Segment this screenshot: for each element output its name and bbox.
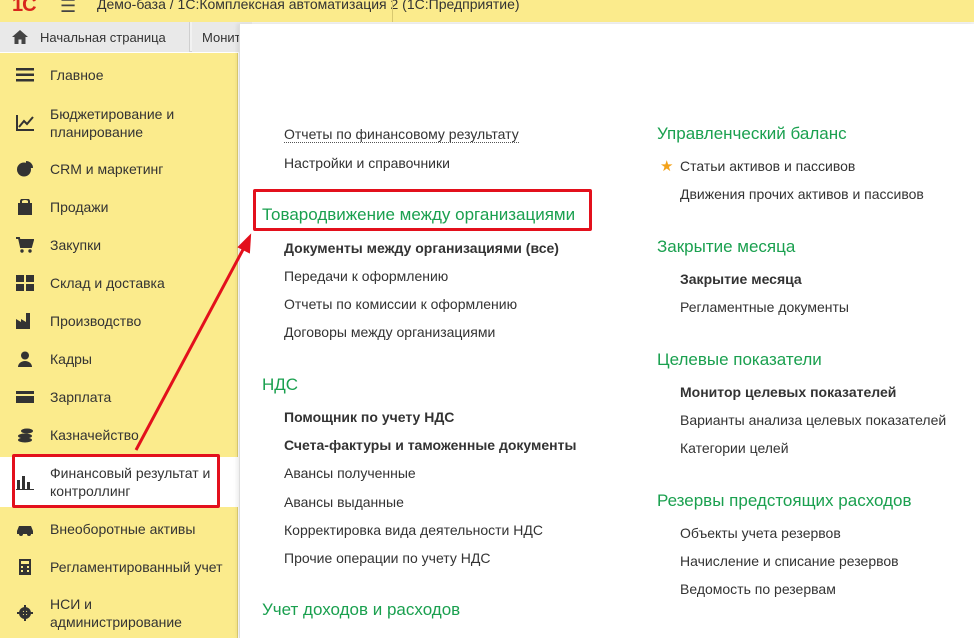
hamburger-menu-icon[interactable]: ☰ bbox=[60, 0, 78, 17]
link-reserve-objects[interactable]: Объекты учета резервов bbox=[680, 525, 841, 541]
link-vat-activity-correction[interactable]: Корректировка вида деятельности НДС bbox=[284, 522, 543, 538]
tab-home[interactable]: Начальная страница bbox=[0, 22, 190, 52]
title-divider bbox=[392, 0, 393, 22]
sidebar-item-label: Зарплата bbox=[50, 389, 112, 405]
sidebar: Главное Бюджетирование и планирование CR… bbox=[0, 53, 238, 638]
link-commission-reports[interactable]: Отчеты по комиссии к оформлению bbox=[284, 296, 517, 312]
sidebar-item-warehouse[interactable]: Склад и доставка bbox=[0, 271, 238, 295]
section-title-vat: НДС bbox=[262, 375, 299, 394]
link-regulatory-docs[interactable]: Регламентные документы bbox=[680, 299, 849, 315]
home-icon bbox=[12, 30, 28, 44]
link-other-assets-movements[interactable]: Движения прочих активов и пассивов bbox=[680, 186, 924, 202]
link-reserve-statement[interactable]: Ведомость по резервам bbox=[680, 581, 836, 597]
sidebar-item-hr[interactable]: Кадры bbox=[0, 347, 238, 371]
link-intercompany-contracts[interactable]: Договоры между организациями bbox=[284, 324, 495, 340]
sidebar-item-label: Финансовый результат и контроллинг bbox=[50, 465, 211, 499]
link-balance-articles[interactable]: Статьи активов и пассивов bbox=[680, 158, 855, 174]
sidebar-item-label: Производство bbox=[50, 313, 142, 329]
sidebar-item-label: Продажи bbox=[50, 199, 109, 215]
link-targets-monitor[interactable]: Монитор целевых показателей bbox=[680, 384, 896, 400]
calculator-icon bbox=[19, 559, 31, 575]
section-title-balance: Управленческий баланс bbox=[657, 124, 847, 143]
sidebar-item-label: CRM и маркетинг bbox=[50, 161, 164, 177]
section-title-trade: Товародвижение между организациями bbox=[262, 205, 576, 224]
bag-icon bbox=[18, 199, 32, 215]
link-targets-analysis[interactable]: Варианты анализа целевых показателей bbox=[680, 412, 946, 428]
tab-home-label: Начальная страница bbox=[40, 29, 166, 45]
app-title: Демо-база / 1С:Комплексная автоматизация… bbox=[97, 0, 520, 12]
sidebar-item-label: Регламентированный учет bbox=[50, 559, 223, 575]
sidebar-item-salary[interactable]: Зарплата bbox=[0, 385, 238, 409]
section-title-targets: Целевые показатели bbox=[657, 350, 822, 369]
car-icon bbox=[17, 526, 33, 536]
title-bar: 1С ☰ Демо-база / 1С:Комплексная автомати… bbox=[0, 0, 974, 22]
link-advances-received[interactable]: Авансы полученные bbox=[284, 465, 416, 481]
link-invoices-customs[interactable]: Счета-фактуры и таможенные документы bbox=[284, 437, 576, 453]
sidebar-item-sales[interactable]: Продажи bbox=[0, 195, 238, 219]
section-title-income: Учет доходов и расходов bbox=[262, 600, 461, 619]
link-advances-issued[interactable]: Авансы выданные bbox=[284, 494, 404, 510]
link-settings[interactable]: Настройки и справочники bbox=[284, 155, 450, 171]
person-icon bbox=[18, 351, 32, 367]
sidebar-item-label: Казначейство bbox=[50, 427, 139, 443]
link-reserve-accrual[interactable]: Начисление и списание резервов bbox=[680, 553, 899, 569]
coins-icon bbox=[18, 428, 33, 443]
sidebar-item-fixed-assets[interactable]: Внеоборотные активы bbox=[0, 517, 238, 541]
sidebar-item-label: Бюджетирование и планирование bbox=[50, 106, 175, 140]
app-logo: 1С bbox=[12, 0, 37, 16]
warehouse-icon bbox=[16, 275, 34, 291]
card-icon bbox=[16, 391, 34, 403]
link-financial-reports[interactable]: Отчеты по финансовому результату bbox=[284, 126, 519, 143]
sidebar-item-main[interactable]: Главное bbox=[0, 63, 238, 87]
sidebar-item-label: Склад и доставка bbox=[50, 275, 165, 291]
menu-lines-icon bbox=[16, 68, 34, 82]
sidebar-item-label: Внеоборотные активы bbox=[50, 521, 196, 537]
sidebar-item-accounting[interactable]: Регламентированный учет bbox=[0, 555, 238, 579]
tab-monitor-label: Монит bbox=[202, 29, 241, 45]
sidebar-item-production[interactable]: Производство bbox=[0, 309, 238, 333]
sidebar-item-label: Закупки bbox=[50, 237, 102, 253]
sidebar-item-purchases[interactable]: Закупки bbox=[0, 233, 238, 257]
pie-icon bbox=[17, 161, 33, 177]
link-vat-assistant[interactable]: Помощник по учету НДС bbox=[284, 409, 454, 425]
link-intercompany-docs[interactable]: Документы между организациями (все) bbox=[284, 240, 559, 256]
link-month-close[interactable]: Закрытие месяца bbox=[680, 271, 802, 287]
bar-chart-icon bbox=[16, 476, 34, 490]
sidebar-item-label: Главное bbox=[50, 67, 104, 83]
cart-icon bbox=[16, 237, 34, 253]
link-target-categories[interactable]: Категории целей bbox=[680, 440, 789, 456]
factory-icon bbox=[16, 313, 30, 329]
sidebar-item-label: НСИ и администрирование bbox=[50, 596, 182, 630]
sidebar-item-treasury[interactable]: Казначейство bbox=[0, 423, 238, 447]
favorite-star-icon[interactable]: ★ bbox=[660, 157, 673, 175]
gear-icon bbox=[17, 605, 33, 621]
sidebar-item-crm[interactable]: CRM и маркетинг bbox=[0, 157, 238, 181]
link-transfers[interactable]: Передачи к оформлению bbox=[284, 268, 448, 284]
sidebar-item-label: Кадры bbox=[50, 351, 92, 367]
sidebar-item-admin[interactable]: НСИ и администрирование bbox=[0, 593, 238, 633]
section-title-close: Закрытие месяца bbox=[657, 237, 796, 256]
sidebar-item-budget[interactable]: Бюджетирование и планирование bbox=[0, 103, 238, 143]
section-title-reserves: Резервы предстоящих расходов bbox=[657, 491, 912, 510]
budget-chart-icon bbox=[16, 115, 34, 131]
sidebar-item-financial-result[interactable]: Финансовый результат и контроллинг bbox=[0, 457, 238, 507]
link-other-vat-operations[interactable]: Прочие операции по учету НДС bbox=[284, 550, 490, 566]
